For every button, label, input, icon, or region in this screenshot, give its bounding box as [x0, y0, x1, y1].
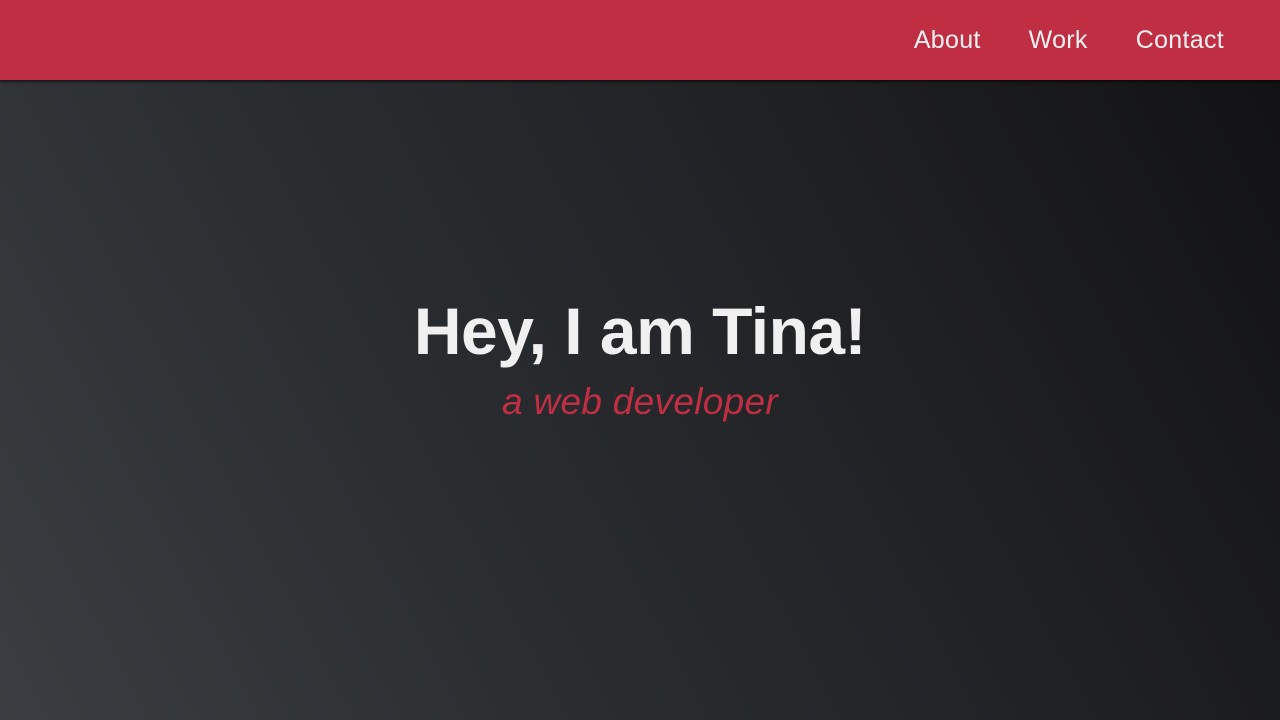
- nav-links: About Work Contact: [914, 0, 1224, 80]
- hero-section: Hey, I am Tina! a web developer: [0, 81, 1280, 720]
- nav-link-about[interactable]: About: [914, 26, 981, 55]
- nav-link-work[interactable]: Work: [1029, 26, 1088, 55]
- nav-link-contact[interactable]: Contact: [1136, 26, 1224, 55]
- navbar: About Work Contact: [0, 0, 1280, 80]
- hero-subtitle: a web developer: [501, 381, 779, 422]
- hero-title: Hey, I am Tina!: [413, 294, 867, 368]
